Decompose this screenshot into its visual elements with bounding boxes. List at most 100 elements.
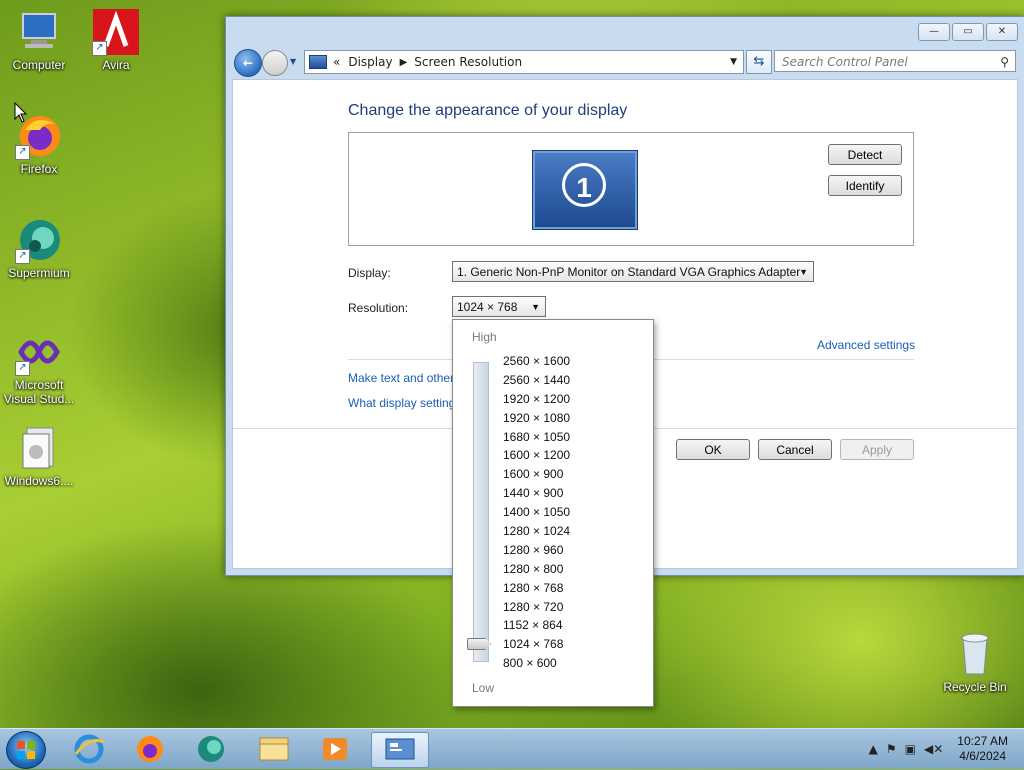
maximize-button[interactable]: ▭	[952, 23, 984, 41]
clock-date: 4/6/2024	[959, 749, 1006, 763]
breadcrumb-display[interactable]: Display	[348, 55, 392, 69]
breadcrumb-root[interactable]: «	[333, 55, 340, 69]
resolution-options: 2560 × 1600 2560 × 1440 1920 × 1200 1920…	[503, 352, 570, 673]
breadcrumb-screen-resolution[interactable]: Screen Resolution	[414, 55, 522, 69]
display-select-value: 1. Generic Non-PnP Monitor on Standard V…	[457, 265, 801, 279]
apply-button[interactable]: Apply	[840, 439, 914, 460]
monitor-number: 1	[562, 163, 606, 207]
start-button[interactable]	[6, 731, 46, 769]
monitor-icon[interactable]: 1	[533, 151, 637, 229]
resolution-select[interactable]: 1024 × 768 ▼	[452, 296, 546, 317]
desktop-icon-windows-file[interactable]: Windows6....	[1, 424, 77, 488]
monitor-preview-area: 1 Detect Identify	[348, 132, 914, 246]
control-panel-icon	[309, 55, 327, 69]
resolution-option[interactable]: 1280 × 768	[503, 579, 570, 598]
clock[interactable]: 10:27 AM 4/6/2024	[957, 734, 1008, 764]
avira-icon: ↗	[92, 8, 140, 56]
system-tray: ▲ ⚑ ▣ ◀✕ 10:27 AM 4/6/2024	[865, 729, 1024, 769]
text-size-link[interactable]: Make text and other	[348, 371, 454, 385]
archive-icon	[15, 424, 63, 472]
supermium-icon[interactable]	[186, 732, 236, 766]
search-icon[interactable]: ⚲	[1000, 51, 1009, 73]
slider-low-label: Low	[472, 681, 495, 695]
resolution-option[interactable]: 1680 × 1050	[503, 428, 570, 447]
desktop-icon-label: Firefox	[20, 162, 58, 176]
computer-icon	[15, 8, 63, 56]
shortcut-arrow-icon: ↗	[15, 145, 30, 160]
address-dropdown-icon[interactable]: ▼	[730, 57, 737, 67]
slider-high-label: High	[472, 330, 497, 344]
refresh-button[interactable]: ⇆	[746, 50, 772, 74]
resolution-option[interactable]: 1920 × 1200	[503, 390, 570, 409]
minimize-button[interactable]: —	[918, 23, 950, 41]
resolution-option[interactable]: 2560 × 1600	[503, 352, 570, 371]
window-controls: — ▭ ✕	[918, 23, 1018, 41]
resolution-select-value: 1024 × 768	[457, 300, 518, 314]
display-settings-help-link[interactable]: What display setting	[348, 396, 455, 410]
identify-button[interactable]: Identify	[828, 175, 902, 196]
resolution-option[interactable]: 1280 × 960	[503, 541, 570, 560]
network-icon[interactable]: ▣	[905, 742, 916, 756]
desktop-icon-label: Supermium	[8, 266, 70, 280]
search-input[interactable]: Search Control Panel ⚲	[774, 50, 1016, 72]
desktop-icon-avira[interactable]: ↗ Avira	[78, 8, 154, 72]
recent-pages-dropdown[interactable]: ▼	[290, 57, 296, 66]
resolution-option[interactable]: 1280 × 1024	[503, 522, 570, 541]
resolution-dropdown: High 2560 × 1600 2560 × 1440 1920 × 1200…	[452, 319, 654, 707]
page-title: Change the appearance of your display	[348, 102, 628, 119]
desktop-icon-label: Microsoft Visual Stud...	[3, 378, 75, 406]
display-select[interactable]: 1. Generic Non-PnP Monitor on Standard V…	[452, 261, 814, 282]
clock-time: 10:27 AM	[957, 734, 1008, 748]
media-player-icon[interactable]	[310, 732, 360, 766]
shortcut-arrow-icon: ↗	[15, 249, 30, 264]
firefox-icon[interactable]	[125, 732, 175, 766]
resolution-option[interactable]: 1152 × 864	[503, 616, 570, 635]
resolution-option[interactable]: 2560 × 1440	[503, 371, 570, 390]
resolution-option[interactable]: 1920 × 1080	[503, 409, 570, 428]
resolution-option[interactable]: 1400 × 1050	[503, 503, 570, 522]
file-explorer-icon[interactable]	[249, 732, 299, 766]
show-hidden-icons-icon[interactable]: ▲	[869, 742, 878, 756]
display-label: Display:	[348, 266, 391, 280]
resolution-option[interactable]: 1600 × 900	[503, 465, 570, 484]
volume-muted-icon[interactable]: ◀✕	[924, 742, 943, 756]
desktop-icon-computer[interactable]: Computer	[1, 8, 77, 72]
ok-button[interactable]: OK	[676, 439, 750, 460]
control-panel-icon[interactable]	[371, 732, 429, 768]
back-button[interactable]: ←	[234, 49, 262, 77]
desktop-icon-recycle-bin[interactable]: Recycle Bin	[937, 630, 1013, 694]
visual-studio-icon: ↗	[15, 328, 63, 376]
desktop-icon-label: Avira	[102, 58, 130, 72]
resolution-option[interactable]: 800 × 600	[503, 654, 570, 673]
desktop-icon-firefox[interactable]: ↗ Firefox	[1, 112, 77, 176]
desktop-icon-label: Computer	[12, 58, 66, 72]
shortcut-arrow-icon: ↗	[92, 41, 107, 56]
resolution-option[interactable]: 1280 × 800	[503, 560, 570, 579]
resolution-label: Resolution:	[348, 301, 409, 315]
shortcut-arrow-icon: ↗	[15, 361, 30, 376]
search-placeholder: Search Control Panel	[782, 55, 908, 69]
recycle-bin-icon	[951, 630, 999, 678]
internet-explorer-icon[interactable]	[64, 732, 114, 766]
cancel-button[interactable]: Cancel	[758, 439, 832, 460]
breadcrumb-separator-icon[interactable]: ▶	[400, 57, 408, 68]
resolution-option[interactable]: 1280 × 720	[503, 598, 570, 617]
resolution-slider-track[interactable]	[473, 362, 489, 662]
resolution-option[interactable]: 1600 × 1200	[503, 446, 570, 465]
mouse-cursor-icon	[14, 102, 28, 123]
advanced-settings-link[interactable]: Advanced settings	[817, 338, 915, 352]
chevron-down-icon: ▼	[799, 267, 808, 277]
action-center-flag-icon[interactable]: ⚑	[886, 742, 897, 756]
resolution-option-selected[interactable]: 1024 × 768	[503, 635, 570, 654]
forward-button[interactable]	[262, 50, 288, 76]
desktop-icon-label: Windows6....	[4, 474, 74, 488]
desktop-icon-supermium[interactable]: ↗ Supermium	[1, 216, 77, 280]
detect-button[interactable]: Detect	[828, 144, 902, 165]
close-button[interactable]: ✕	[986, 23, 1018, 41]
resolution-option[interactable]: 1440 × 900	[503, 484, 570, 503]
supermium-icon: ↗	[15, 216, 63, 264]
address-bar[interactable]: « Display ▶ Screen Resolution ▼	[304, 50, 744, 74]
desktop-icon-visual-studio[interactable]: ↗ Microsoft Visual Stud...	[1, 328, 77, 406]
taskbar: ▲ ⚑ ▣ ◀✕ 10:27 AM 4/6/2024	[0, 728, 1024, 769]
windows-logo-icon	[17, 741, 35, 759]
